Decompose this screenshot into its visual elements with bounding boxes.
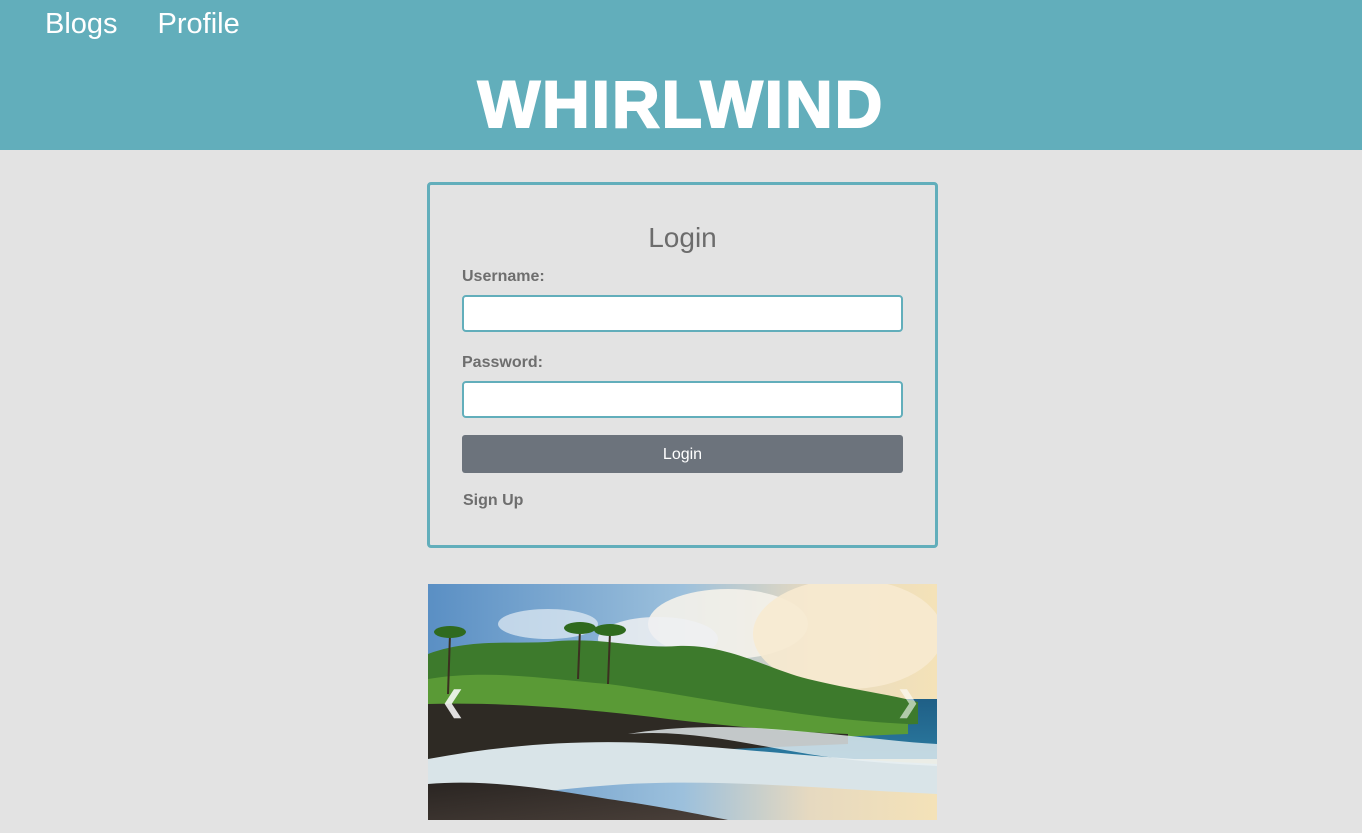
login-title: Login xyxy=(648,222,717,253)
login-button[interactable]: Login xyxy=(462,435,903,473)
site-header: Blogs Profile WHIRLWIND xyxy=(0,0,1362,150)
image-carousel: ❮ ❯ xyxy=(428,584,937,820)
carousel-next-button[interactable]: ❯ xyxy=(893,684,923,720)
login-form: Login Username: Password: Login Sign Up xyxy=(427,182,938,548)
nav-link-profile[interactable]: Profile xyxy=(158,6,240,42)
username-label: Username: xyxy=(462,268,545,285)
password-input[interactable] xyxy=(462,381,903,418)
nav-link-blogs[interactable]: Blogs xyxy=(45,6,118,42)
chevron-left-icon: ❮ xyxy=(441,686,465,717)
site-title: WHIRLWIND xyxy=(477,66,885,142)
username-input[interactable] xyxy=(462,295,903,332)
chevron-right-icon: ❯ xyxy=(896,686,920,717)
password-label: Password: xyxy=(462,354,543,371)
beach-landscape-image xyxy=(428,584,937,820)
top-nav: Blogs Profile xyxy=(45,6,280,42)
signup-link[interactable]: Sign Up xyxy=(463,491,523,511)
carousel-prev-button[interactable]: ❮ xyxy=(438,684,468,720)
